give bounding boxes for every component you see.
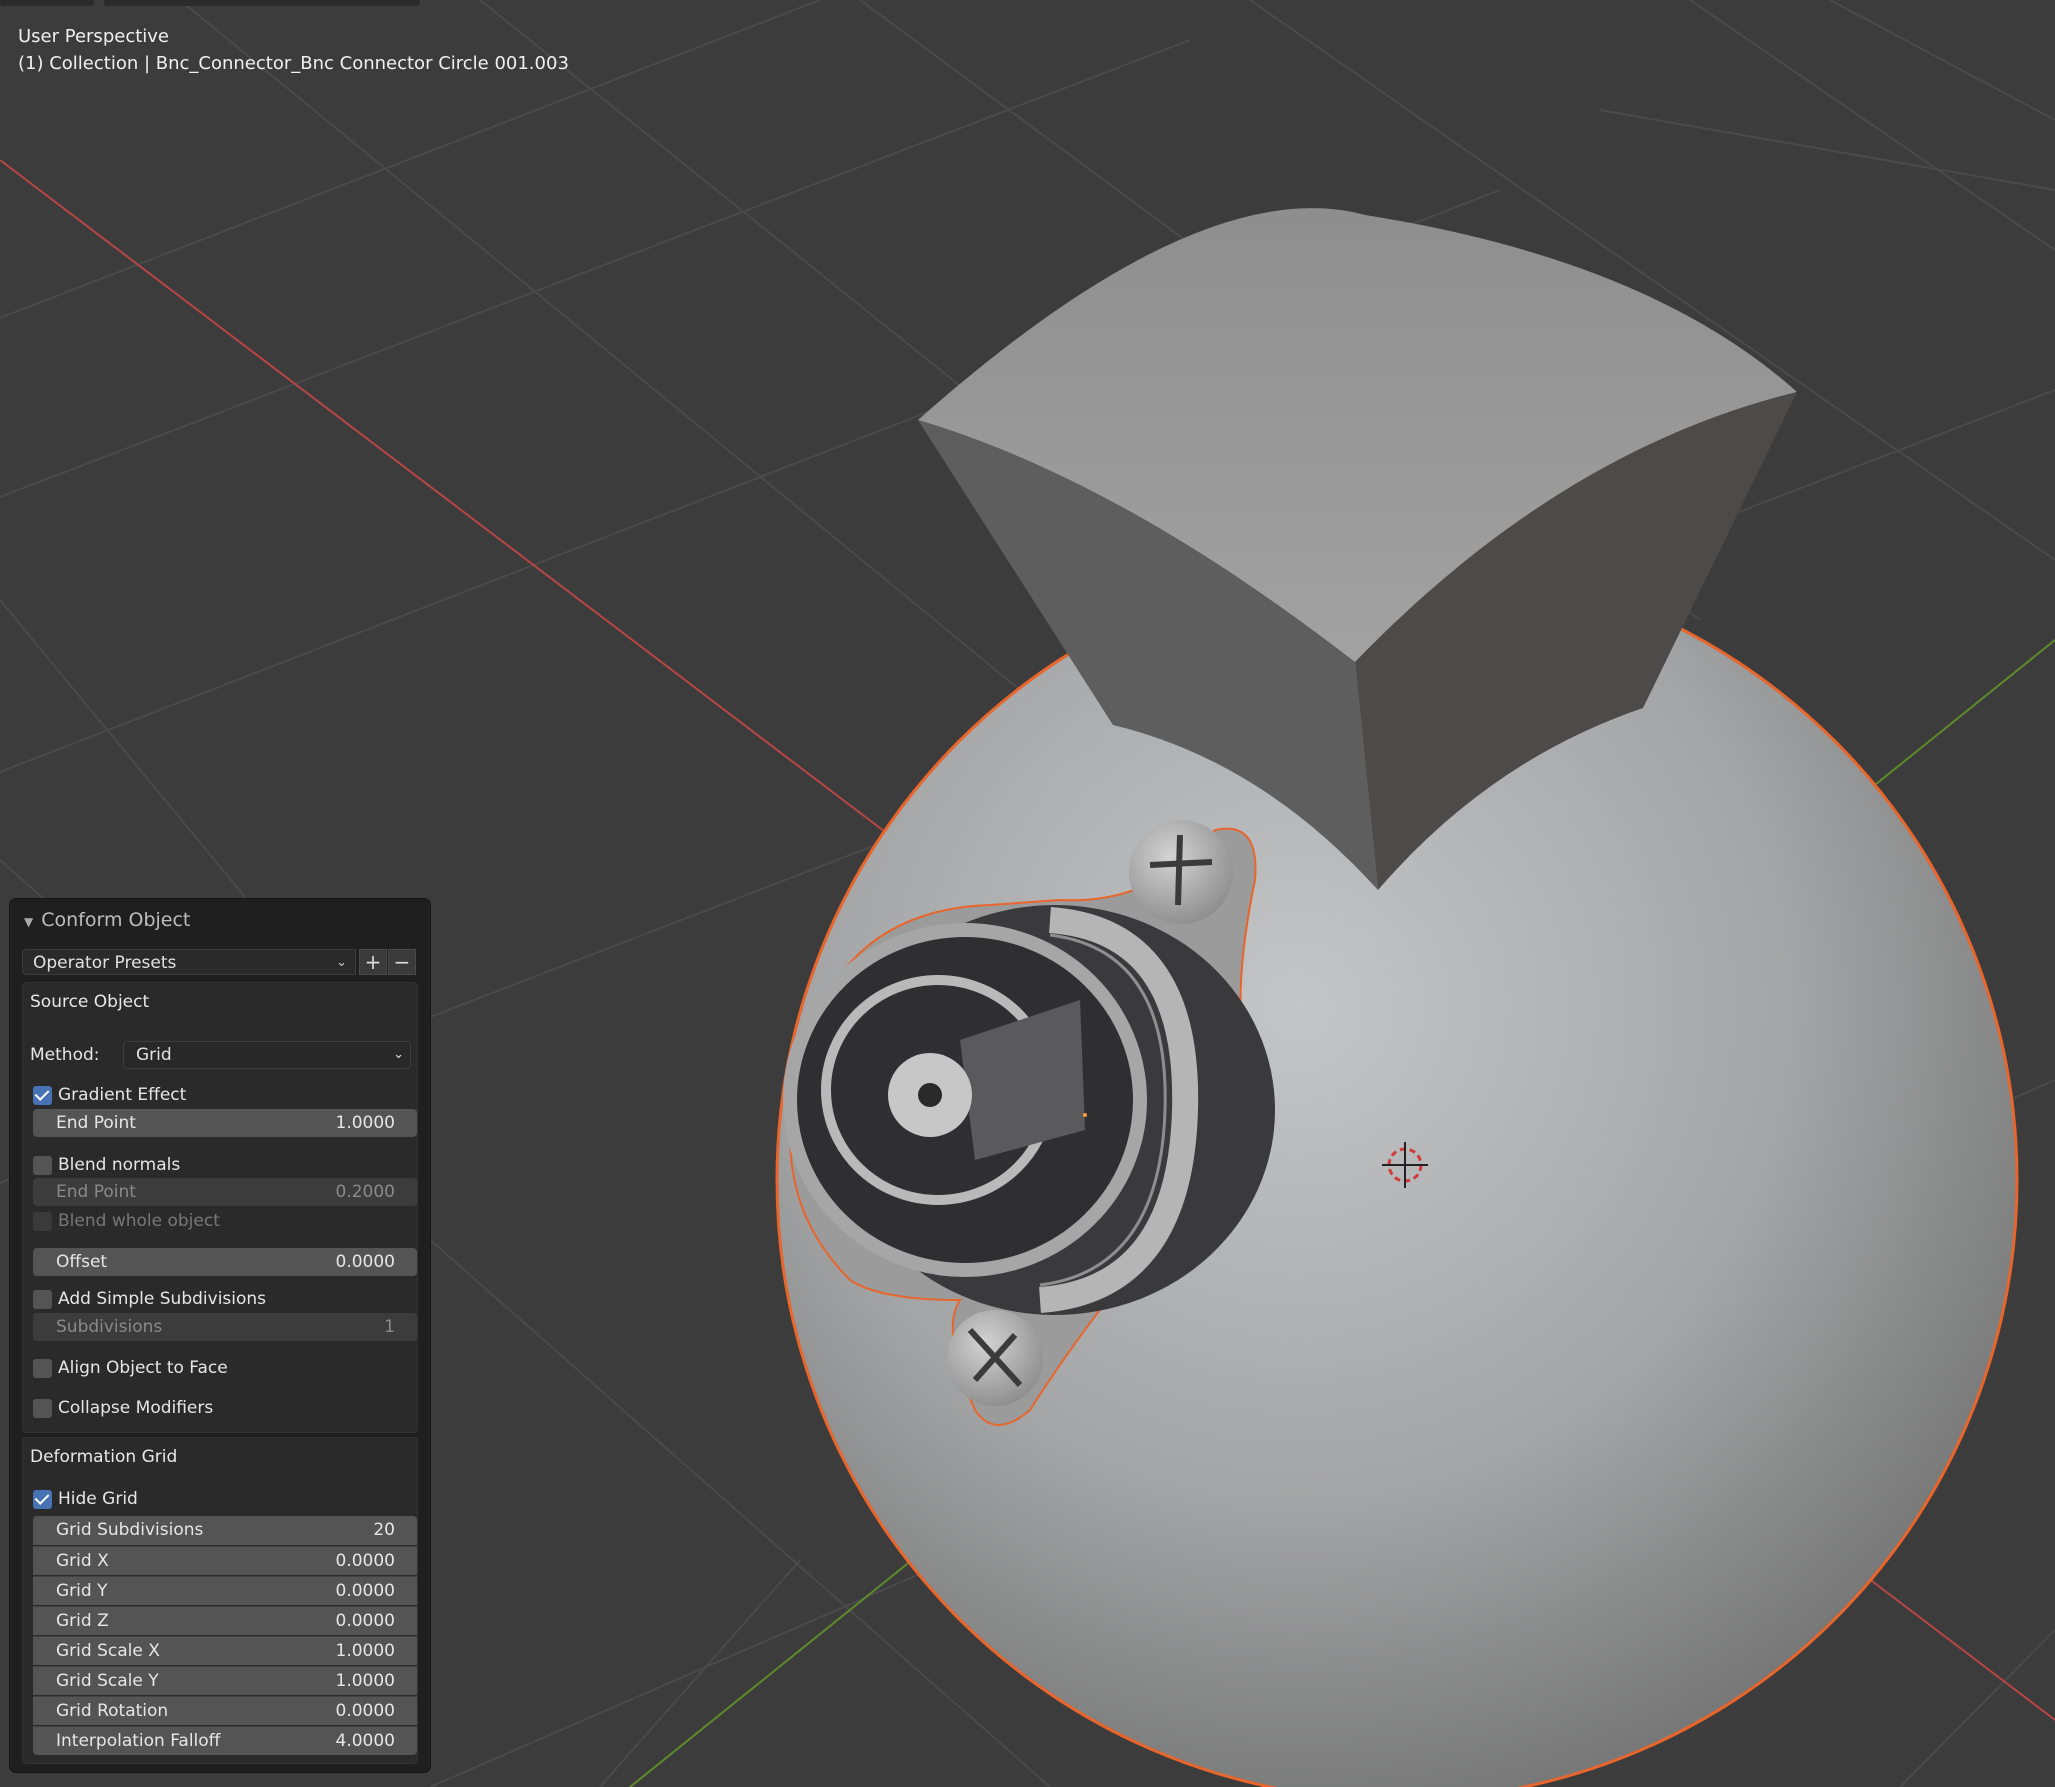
field-value: 4.0000 — [335, 1731, 395, 1751]
collapse-modifiers-label: Collapse Modifiers — [58, 1398, 214, 1418]
blend-end-point-value: 0.2000 — [335, 1182, 395, 1202]
grid-subdivisions-field[interactable]: Grid Subdivisions 20 — [33, 1516, 417, 1545]
active-object-label: (1) Collection | Bnc_Connector_Bnc Conne… — [18, 53, 569, 74]
grid-scale-x-field[interactable]: Grid Scale X 1.0000 — [33, 1636, 417, 1665]
method-label: Method: — [30, 1045, 100, 1065]
deformation-grid-section: Deformation Grid Hide Grid Grid Subdivis… — [22, 1437, 418, 1764]
checkbox-checked-icon[interactable] — [33, 1086, 52, 1105]
end-point-field[interactable]: End Point 1.0000 — [33, 1109, 417, 1137]
method-value: Grid — [136, 1045, 172, 1065]
perspective-label: User Perspective — [18, 26, 169, 47]
header-extra-button[interactable] — [360, 0, 420, 6]
chevron-down-icon: ⌄ — [393, 1047, 404, 1062]
checkbox-unchecked-icon[interactable] — [33, 1156, 52, 1175]
header-menu — [0, 0, 420, 8]
grid-x-field[interactable]: Grid X 0.0000 — [33, 1546, 417, 1575]
subdivisions-label: Subdivisions — [56, 1317, 163, 1337]
align-object-to-face-label: Align Object to Face — [58, 1358, 228, 1378]
field-value: 1.0000 — [335, 1641, 395, 1661]
conform-object-panel: ▼ Conform Object Operator Presets ⌄ + − S… — [10, 899, 430, 1772]
offset-label: Offset — [56, 1252, 108, 1272]
field-label: Grid Y — [56, 1581, 108, 1601]
mode-menu[interactable] — [0, 0, 94, 6]
checkbox-unchecked-icon[interactable] — [33, 1399, 52, 1418]
interpolation-falloff-field[interactable]: Interpolation Falloff 4.0000 — [33, 1726, 417, 1755]
operator-presets-label: Operator Presets — [33, 953, 177, 973]
blend-end-point-label: End Point — [56, 1182, 136, 1202]
field-label: Grid Scale X — [56, 1641, 160, 1661]
checkbox-disabled-icon[interactable] — [33, 1212, 52, 1231]
source-object-title: Source Object — [30, 992, 150, 1012]
field-value: 0.0000 — [335, 1701, 395, 1721]
subdivisions-field[interactable]: Subdivisions 1 — [33, 1313, 417, 1341]
field-label: Grid Z — [56, 1611, 109, 1631]
field-label: Interpolation Falloff — [56, 1731, 221, 1751]
end-point-label: End Point — [56, 1113, 136, 1133]
checkbox-checked-icon[interactable] — [33, 1490, 52, 1509]
view-menu[interactable] — [104, 0, 170, 6]
field-label: Grid Subdivisions — [56, 1520, 204, 1540]
offset-field[interactable]: Offset 0.0000 — [33, 1248, 417, 1276]
checkbox-unchecked-icon[interactable] — [33, 1290, 52, 1309]
method-dropdown[interactable]: Grid ⌄ — [123, 1041, 411, 1069]
origin-dot — [1083, 1113, 1087, 1117]
grid-z-field[interactable]: Grid Z 0.0000 — [33, 1606, 417, 1635]
grid-scale-y-field[interactable]: Grid Scale Y 1.0000 — [33, 1666, 417, 1695]
add-menu[interactable] — [236, 0, 298, 6]
field-value: 0.0000 — [335, 1551, 395, 1571]
gradient-effect-label: Gradient Effect — [58, 1085, 187, 1105]
subdivisions-value: 1 — [384, 1317, 395, 1337]
source-object-section: Source Object Method: Grid ⌄ Gradient Ef… — [22, 982, 418, 1433]
hide-grid-label: Hide Grid — [58, 1489, 138, 1509]
blend-normals-label: Blend normals — [58, 1155, 181, 1175]
operator-presets-row: Operator Presets ⌄ + − — [22, 949, 418, 977]
operator-presets-dropdown[interactable]: Operator Presets ⌄ — [22, 949, 356, 975]
end-point-value: 1.0000 — [335, 1113, 395, 1133]
add-simple-subdivisions-label: Add Simple Subdivisions — [58, 1289, 267, 1309]
blend-whole-object-label: Blend whole object — [58, 1211, 220, 1231]
field-value: 0.0000 — [335, 1581, 395, 1601]
deformation-grid-title: Deformation Grid — [30, 1447, 178, 1467]
field-value: 20 — [373, 1520, 395, 1540]
blend-end-point-field[interactable]: End Point 0.2000 — [33, 1178, 417, 1206]
collapse-triangle-icon[interactable]: ▼ — [24, 915, 33, 929]
object-menu[interactable] — [292, 0, 366, 6]
add-preset-button[interactable]: + — [359, 949, 387, 975]
chevron-down-icon: ⌄ — [336, 955, 347, 970]
field-label: Grid Rotation — [56, 1701, 169, 1721]
grid-rotation-field[interactable]: Grid Rotation 0.0000 — [33, 1696, 417, 1725]
field-value: 0.0000 — [335, 1611, 395, 1631]
field-value: 1.0000 — [335, 1671, 395, 1691]
offset-value: 0.0000 — [335, 1252, 395, 1272]
grid-y-field[interactable]: Grid Y 0.0000 — [33, 1576, 417, 1605]
panel-title: Conform Object — [41, 909, 191, 931]
field-label: Grid X — [56, 1551, 109, 1571]
remove-preset-button[interactable]: − — [388, 949, 416, 975]
checkbox-unchecked-icon[interactable] — [33, 1359, 52, 1378]
panel-header[interactable]: ▼ Conform Object — [24, 909, 190, 931]
select-menu[interactable] — [165, 0, 241, 6]
field-label: Grid Scale Y — [56, 1671, 159, 1691]
